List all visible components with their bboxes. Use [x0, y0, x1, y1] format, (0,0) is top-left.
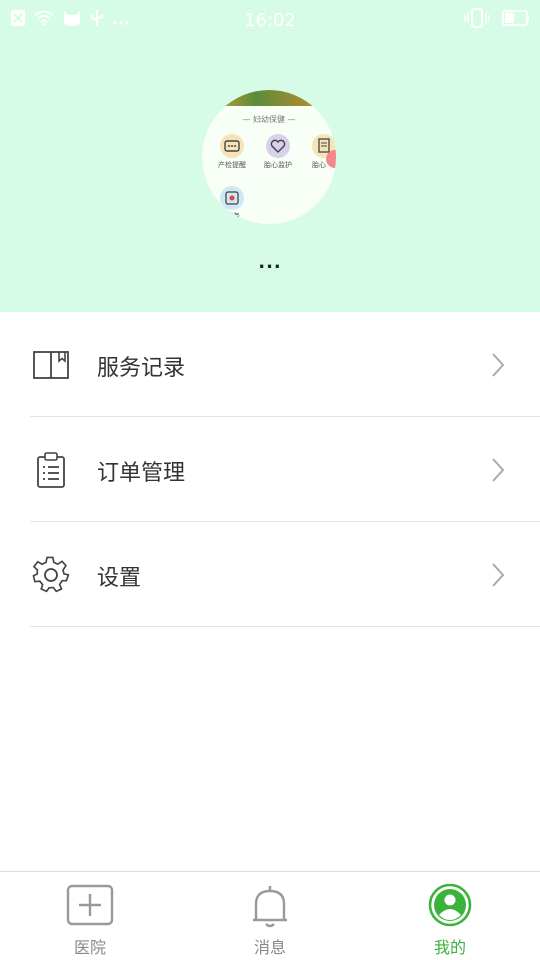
profile-header: — 妇幼保健 — 产检提醒 胎心监护 胎心 服务 ... [0, 0, 540, 312]
status-time: 16:02 [244, 10, 296, 31]
chevron-right-icon [490, 352, 506, 378]
fetal-heart-icon [266, 134, 290, 158]
chevron-right-icon [490, 457, 506, 483]
status-bar: 16:02 [0, 0, 540, 40]
bell-icon [246, 884, 294, 928]
avatar-item-label: 服务 [226, 212, 240, 220]
menu-item-label: 服务记录 [97, 356, 186, 381]
menu-item-order-management[interactable]: 订单管理 [0, 417, 540, 522]
clipboard-icon [32, 451, 70, 489]
avatar-banner [202, 90, 336, 106]
user-icon [426, 883, 474, 928]
nav-label: 我的 [433, 938, 466, 957]
menu-list: 服务记录 订单管理 设置 [0, 312, 540, 627]
nav-tab-mine[interactable]: 我的 [360, 872, 540, 960]
divider [30, 626, 540, 627]
book-icon [32, 346, 70, 384]
bottom-nav: 医院 消息 我的 [0, 871, 540, 960]
username: ... [258, 252, 282, 273]
menu-item-service-records[interactable]: 服务记录 [0, 312, 540, 417]
nav-label: 医院 [73, 938, 106, 957]
menu-item-settings[interactable]: 设置 [0, 522, 540, 627]
avatar[interactable]: — 妇幼保健 — 产检提醒 胎心监护 胎心 服务 [202, 90, 336, 224]
avatar-item-label: 胎心监护 [264, 161, 292, 169]
badge-dot [326, 150, 336, 168]
battery-icon [502, 9, 530, 31]
menu-item-label: 设置 [97, 566, 142, 591]
avatar-item-label: 产检提醒 [218, 161, 246, 169]
menu-item-label: 订单管理 [97, 461, 186, 486]
nav-label: 消息 [253, 938, 286, 957]
chevron-right-icon [490, 562, 506, 588]
gear-icon [32, 556, 70, 594]
avatar-section-title: — 妇幼保健 — [242, 115, 296, 124]
hospital-icon [66, 884, 114, 928]
service-icon [220, 186, 244, 210]
checkup-reminder-icon [220, 134, 244, 158]
nav-tab-hospital[interactable]: 医院 [0, 872, 180, 960]
nav-tab-messages[interactable]: 消息 [180, 872, 360, 960]
vibrate-icon [464, 8, 490, 32]
avatar-item-label: 胎心 [312, 161, 326, 169]
